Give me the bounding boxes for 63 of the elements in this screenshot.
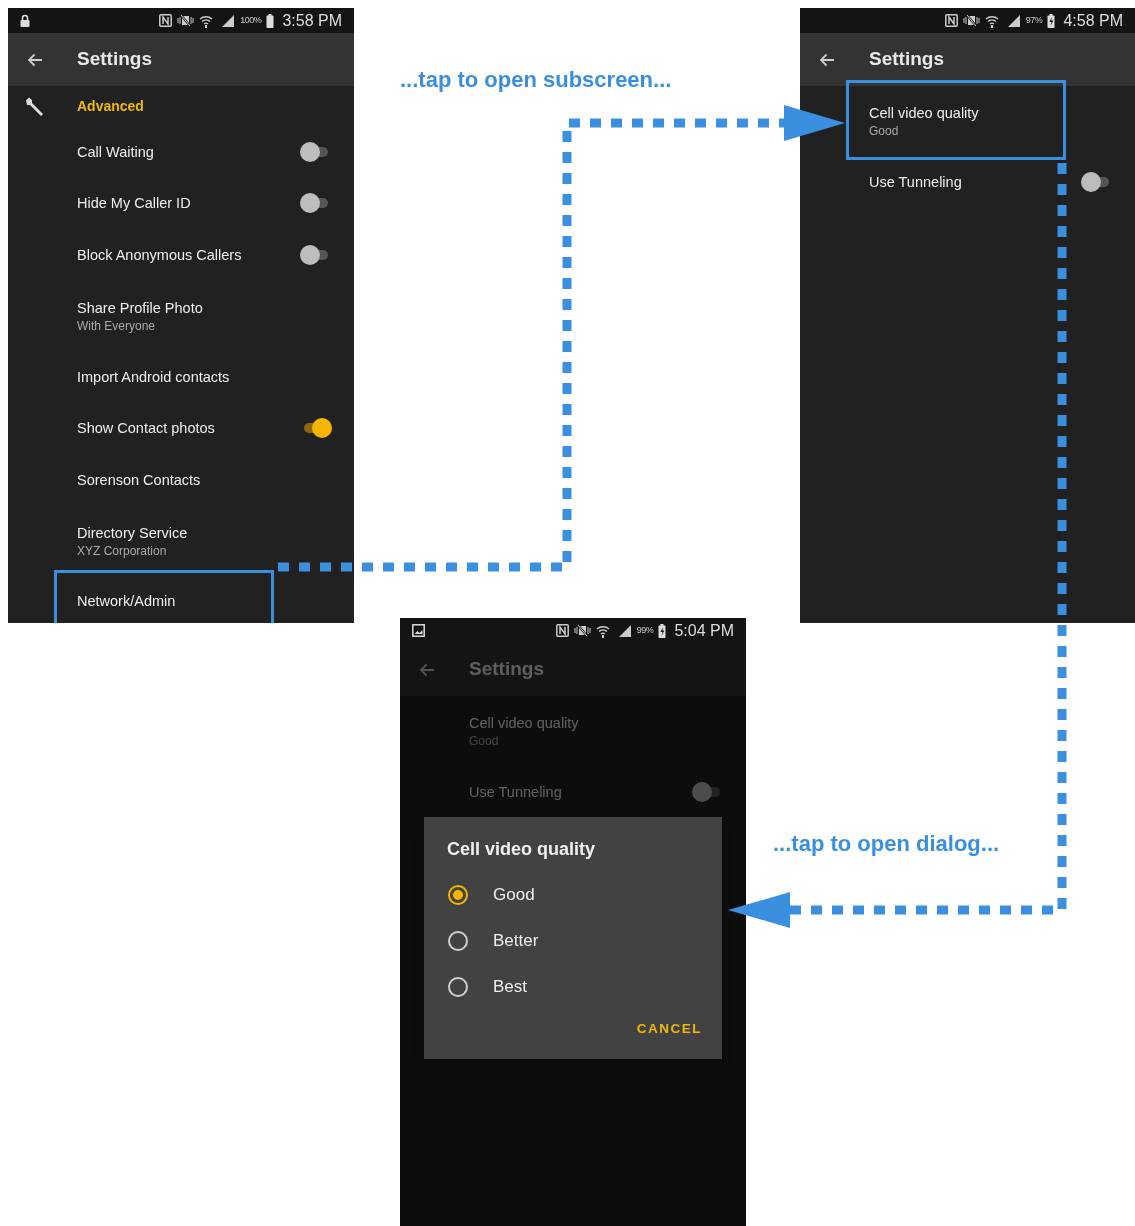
- vibrate-off-icon: [177, 14, 195, 27]
- wifi-icon: [595, 623, 610, 638]
- signal-icon: [1006, 14, 1021, 27]
- status-time: 4:58 PM: [1063, 10, 1123, 31]
- nfc-icon: [555, 624, 569, 637]
- status-time: 5:04 PM: [674, 620, 734, 641]
- item-title: Sorenson Contacts: [77, 470, 201, 490]
- vibrate-off-icon: [962, 14, 980, 27]
- radio-option[interactable]: Best: [424, 964, 722, 1010]
- settings-item[interactable]: Show Contact photos: [8, 402, 354, 454]
- item-title: Block Anonymous Callers: [77, 246, 242, 265]
- radio-button[interactable]: [448, 977, 468, 997]
- settings-item[interactable]: Network/Admin: [8, 575, 354, 623]
- radio-option[interactable]: Good: [424, 872, 722, 918]
- back-arrow-icon: [27, 52, 43, 67]
- vibrate-off-icon: [573, 624, 591, 637]
- radio-option[interactable]: Better: [424, 918, 722, 964]
- wifi-icon: [199, 13, 214, 28]
- status-time: 3:58 PM: [282, 10, 342, 31]
- item-summary: Good: [869, 123, 900, 139]
- toolbar-title: Settings: [869, 47, 944, 72]
- nfc-icon: [159, 14, 173, 27]
- item-title: Use Tunneling: [869, 172, 962, 192]
- battery-percent: 100%: [240, 13, 262, 27]
- settings-item[interactable]: Share Profile Photo With Everyone: [8, 280, 354, 351]
- item-title: Cell video quality: [869, 104, 979, 123]
- back-arrow-icon: [419, 662, 435, 677]
- toolbar-title: Settings: [469, 657, 544, 682]
- battery-percent: 99%: [636, 623, 654, 637]
- item-title: Use Tunneling: [469, 782, 562, 802]
- dialog-title: Cell video quality: [447, 838, 597, 861]
- item-title: Directory Service: [77, 523, 188, 543]
- settings-item[interactable]: Sorenson Contacts: [8, 453, 354, 506]
- settings-item[interactable]: Cell video quality Good: [800, 86, 1135, 156]
- settings-item[interactable]: Import Android contacts: [8, 350, 354, 403]
- settings-item[interactable]: Directory Service XYZ Corporation: [8, 505, 354, 576]
- radio-button[interactable]: [448, 885, 468, 905]
- signal-icon: [221, 14, 236, 27]
- wrench-icon: [23, 95, 45, 117]
- wifi-icon: [984, 13, 999, 28]
- radio-button[interactable]: [448, 931, 468, 951]
- signal-icon: [617, 624, 632, 637]
- settings-item[interactable]: Block Anonymous Callers: [8, 229, 354, 281]
- settings-item[interactable]: Call Waiting: [8, 126, 354, 178]
- settings-item[interactable]: Hide My Caller ID: [8, 177, 354, 230]
- item-title: Import Android contacts: [77, 367, 230, 387]
- item-title: Call Waiting: [77, 142, 154, 162]
- toolbar-title: Settings: [77, 47, 152, 72]
- item-title: Network/Admin: [77, 592, 176, 612]
- item-title: Hide My Caller ID: [77, 194, 191, 214]
- battery-percent: 97%: [1025, 13, 1043, 27]
- item-summary: XYZ Corporation: [77, 542, 168, 559]
- settings-item[interactable]: Use Tunneling: [800, 156, 1135, 208]
- back-arrow-icon: [819, 52, 835, 67]
- nfc-icon: [944, 14, 958, 27]
- callout-label: ...tap to open subscreen...: [400, 66, 672, 94]
- item-title: Cell video quality: [469, 714, 579, 733]
- item-title: Show Contact photos: [77, 419, 215, 439]
- item-summary: With Everyone: [77, 317, 157, 334]
- cancel-button[interactable]: CANCEL: [634, 1019, 704, 1040]
- item-title: Share Profile Photo: [77, 298, 203, 318]
- callout-label: ...tap to open dialog...: [773, 830, 1000, 858]
- section-header: Advanced: [77, 96, 144, 116]
